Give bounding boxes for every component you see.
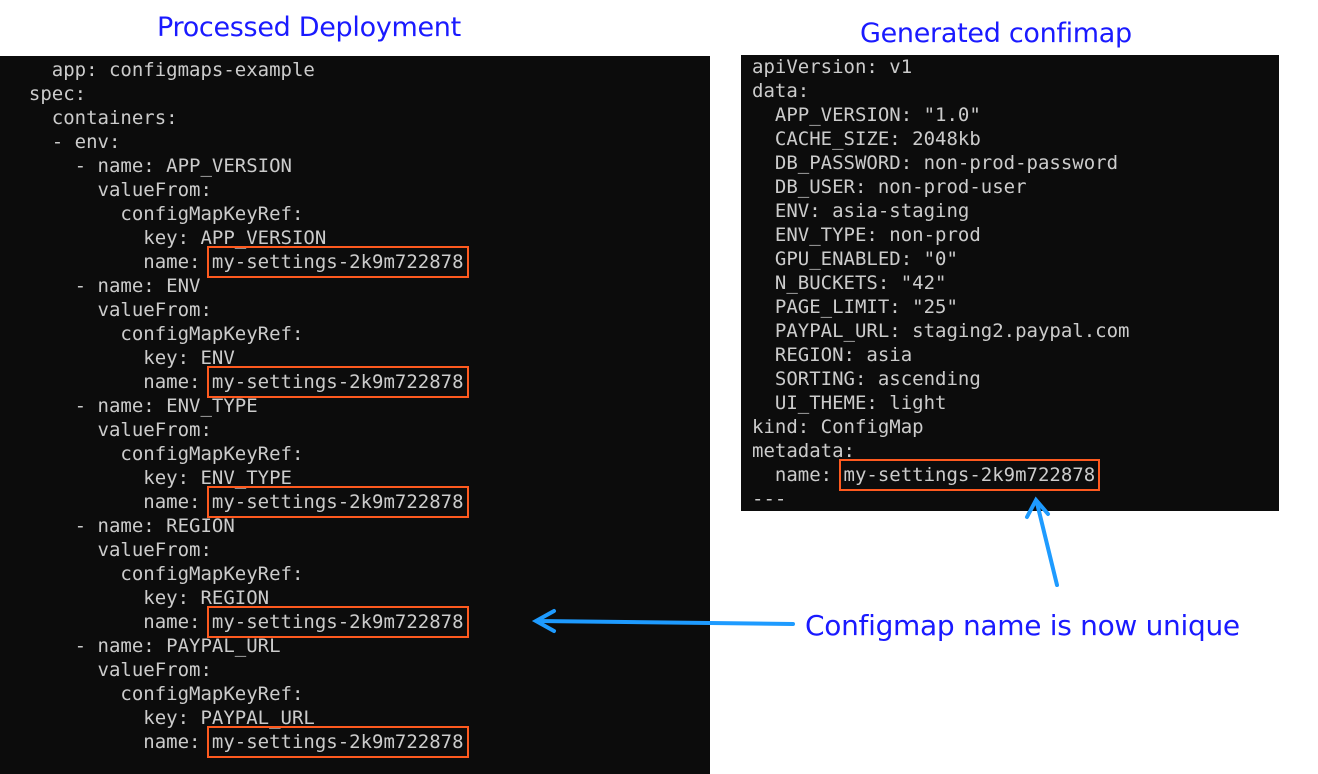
arrow-to-deployment-name — [536, 619, 795, 626]
annotation-arrows — [531, 496, 1059, 633]
